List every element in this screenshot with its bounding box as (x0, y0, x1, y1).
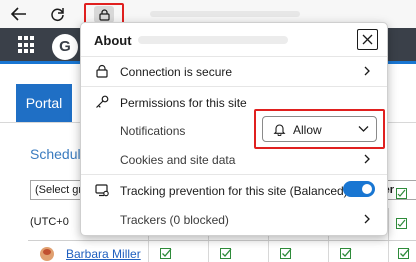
divider (81, 174, 387, 175)
table-divider (28, 240, 416, 241)
edit-icon[interactable] (396, 218, 407, 229)
divider (81, 56, 387, 57)
schedule-check-icon[interactable] (220, 247, 233, 260)
popup-title: About (94, 33, 132, 48)
address-bar-url[interactable] (150, 11, 300, 17)
chevron-down-icon (358, 126, 369, 132)
group-select[interactable]: (Select gro (30, 180, 82, 200)
timezone-label: (UTC+0 (30, 216, 69, 228)
notifications-label: Notifications (120, 124, 186, 138)
tracking-label: Tracking prevention for this site (Balan… (120, 184, 348, 198)
chevron-right-icon (364, 214, 370, 224)
table-column-divider (388, 208, 389, 262)
schedule-check-icon[interactable] (340, 247, 353, 260)
edit-icon[interactable] (396, 188, 407, 199)
app-logo[interactable]: G (52, 34, 78, 60)
schedule-check-icon[interactable] (160, 247, 173, 260)
close-button[interactable] (357, 29, 378, 50)
refresh-icon (50, 7, 64, 21)
key-icon (96, 95, 109, 108)
divider (81, 86, 387, 87)
notifications-value: Allow (293, 123, 322, 137)
table-row: Barbara Miller (40, 247, 141, 261)
lock-icon (96, 64, 108, 78)
close-icon (362, 34, 373, 45)
notifications-select[interactable]: Allow (262, 116, 377, 142)
bell-icon (273, 124, 286, 136)
permissions-heading: Permissions for this site (120, 96, 247, 110)
back-button[interactable] (8, 4, 30, 24)
notifications-highlight: Allow (254, 109, 385, 149)
cookies-label: Cookies and site data (120, 153, 236, 167)
tab-portal[interactable]: Portal (16, 84, 72, 122)
site-domain (138, 36, 288, 44)
grid-icon[interactable] (18, 36, 36, 54)
arrow-left-icon (11, 7, 26, 21)
connection-label: Connection is secure (120, 65, 233, 79)
schedule-check-icon[interactable] (280, 247, 293, 260)
chevron-right-icon (364, 154, 370, 164)
trackers-label: Trackers (0 blocked) (120, 213, 229, 227)
user-name-link[interactable]: Barbara Miller (66, 247, 141, 261)
tracking-toggle[interactable] (343, 181, 375, 197)
avatar (40, 247, 54, 261)
lock-icon (98, 8, 110, 21)
tracking-icon (95, 184, 109, 197)
refresh-button[interactable] (46, 4, 68, 24)
schedule-check-icon[interactable] (398, 247, 411, 260)
chevron-right-icon (364, 66, 370, 76)
site-info-popup: About Connection is secure Permissions f… (80, 22, 388, 236)
